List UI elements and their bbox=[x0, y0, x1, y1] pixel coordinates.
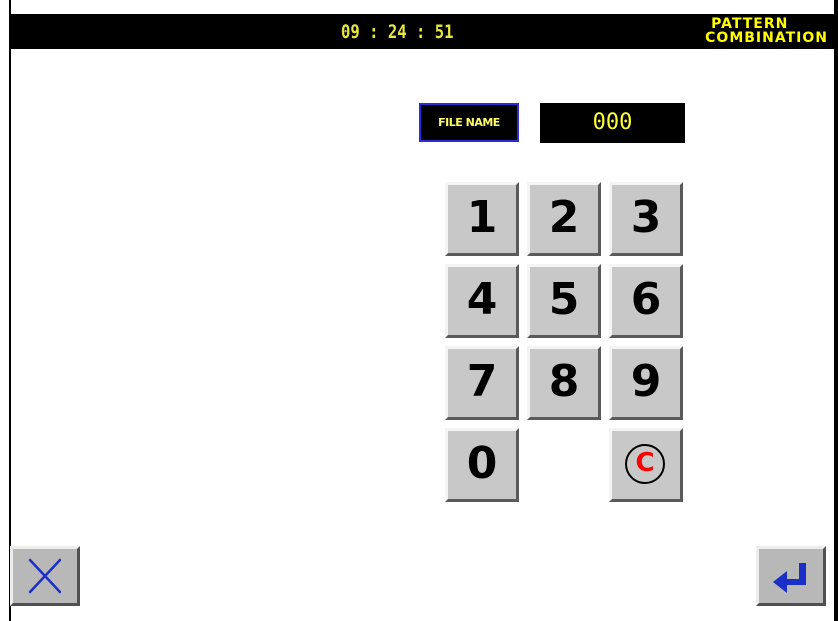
clear-button[interactable]: C bbox=[609, 428, 683, 502]
screen-title-line2: COMBINATION bbox=[705, 30, 828, 46]
screen-right-border bbox=[834, 0, 838, 621]
key-3[interactable]: 3 bbox=[609, 182, 683, 256]
key-7[interactable]: 7 bbox=[445, 346, 519, 420]
screen-left-border bbox=[9, 0, 11, 621]
key-8[interactable]: 8 bbox=[527, 346, 601, 420]
screen-title: PATTERN COMBINATION bbox=[705, 17, 828, 45]
key-1[interactable]: 1 bbox=[445, 182, 519, 256]
clear-icon: C bbox=[625, 444, 665, 484]
file-name-label: FILE NAME bbox=[419, 103, 519, 142]
key-6[interactable]: 6 bbox=[609, 264, 683, 338]
clock: 09 : 24 : 51 bbox=[341, 21, 454, 43]
enter-icon bbox=[773, 563, 806, 593]
key-4[interactable]: 4 bbox=[445, 264, 519, 338]
title-bar: 09 : 24 : 51 PATTERN COMBINATION bbox=[11, 14, 834, 49]
key-9[interactable]: 9 bbox=[609, 346, 683, 420]
key-0[interactable]: 0 bbox=[445, 428, 519, 502]
screen: 09 : 24 : 51 PATTERN COMBINATION FILE NA… bbox=[0, 0, 838, 621]
key-5[interactable]: 5 bbox=[527, 264, 601, 338]
file-name-value[interactable]: 000 bbox=[540, 103, 685, 143]
screen-title-line1: PATTERN bbox=[711, 16, 789, 32]
enter-button[interactable] bbox=[756, 546, 826, 606]
key-2[interactable]: 2 bbox=[527, 182, 601, 256]
close-icon bbox=[28, 558, 62, 594]
cancel-button[interactable] bbox=[10, 546, 80, 606]
